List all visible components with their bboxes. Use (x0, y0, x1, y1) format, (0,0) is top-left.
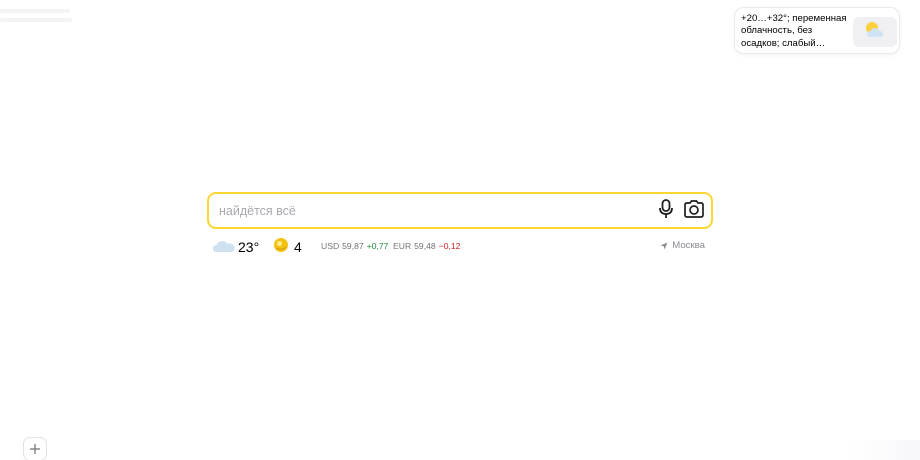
traffic-score: 4 (294, 239, 302, 255)
weather-forecast-card[interactable]: +20…+32°; переменная облачность, без оса… (734, 7, 900, 54)
rate-name: USD (321, 241, 340, 251)
weather-informer[interactable]: 23° (212, 237, 259, 257)
image-search-button[interactable] (683, 200, 705, 222)
eur-rate[interactable]: EUR 59,48 −0,12 (393, 241, 460, 251)
add-widget-button[interactable] (23, 437, 47, 460)
rate-delta: +0,77 (366, 241, 389, 251)
microphone-icon (658, 199, 674, 223)
weather-temperature: 23° (238, 239, 260, 255)
rate-delta: −0,12 (438, 241, 461, 251)
camera-icon (684, 200, 704, 222)
weather-forecast-icon-tile (853, 17, 897, 47)
top-left-placeholder (0, 6, 74, 30)
voice-search-button[interactable] (655, 199, 677, 223)
rate-name: EUR (393, 241, 412, 251)
traffic-informer[interactable]: 4 (273, 237, 302, 257)
traffic-level-icon (273, 237, 289, 257)
usd-rate[interactable]: USD 59,87 +0,77 (321, 241, 388, 251)
location-arrow-icon (660, 242, 668, 250)
informers-row: 23° 4 USD 59,87 +0,77 EUR 59,48 −0,12 Москва (212, 236, 708, 258)
corner-fade (850, 440, 920, 460)
cloud-icon (212, 237, 236, 257)
plus-icon (29, 440, 41, 459)
partly-cloudy-icon (863, 20, 887, 44)
weather-forecast-text: +20…+32°; переменная облачность, без оса… (741, 13, 847, 49)
search-box[interactable] (207, 192, 713, 229)
search-input[interactable] (219, 194, 639, 227)
rate-value: 59,48 (414, 241, 436, 251)
rate-value: 59,87 (342, 241, 364, 251)
location-label: Москва (672, 240, 705, 251)
location-informer[interactable]: Москва (660, 240, 705, 251)
